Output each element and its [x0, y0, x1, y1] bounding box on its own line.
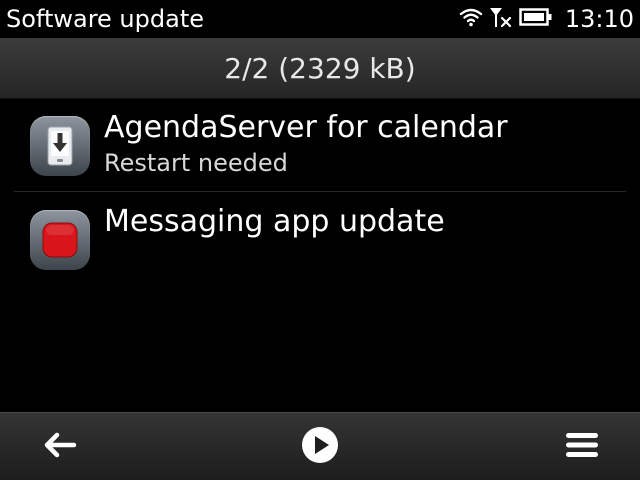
battery-icon — [519, 7, 553, 31]
play-icon — [301, 426, 339, 468]
screen: Software update 13:10 2/2 (2329 kB) Agen… — [0, 0, 640, 480]
back-button[interactable] — [40, 427, 80, 467]
menu-icon — [564, 430, 600, 464]
header-title: 2/2 (2329 kB) — [224, 51, 416, 85]
menu-button[interactable] — [562, 427, 602, 467]
toolbar — [0, 412, 640, 480]
header: 2/2 (2329 kB) — [0, 38, 640, 99]
stop-icon — [30, 210, 90, 270]
status-icons: 13:10 — [453, 4, 634, 34]
no-signal-icon — [489, 6, 513, 32]
app-title: Software update — [6, 5, 204, 33]
download-phone-icon — [30, 116, 90, 176]
play-button[interactable] — [300, 427, 340, 467]
list-item-messaging[interactable]: Messaging app update — [0, 192, 640, 286]
clock: 13:10 — [564, 5, 634, 33]
wifi-icon — [459, 7, 483, 31]
item-title: Messaging app update — [104, 204, 445, 239]
item-subtitle: Restart needed — [104, 149, 288, 177]
item-title: AgendaServer for calendar — [104, 110, 508, 145]
back-arrow-icon — [42, 430, 78, 464]
list-item-agendaserver[interactable]: AgendaServer for calendar Restart needed — [0, 98, 640, 192]
status-bar: Software update 13:10 — [0, 0, 640, 38]
update-list: AgendaServer for calendar Restart needed… — [0, 98, 640, 286]
